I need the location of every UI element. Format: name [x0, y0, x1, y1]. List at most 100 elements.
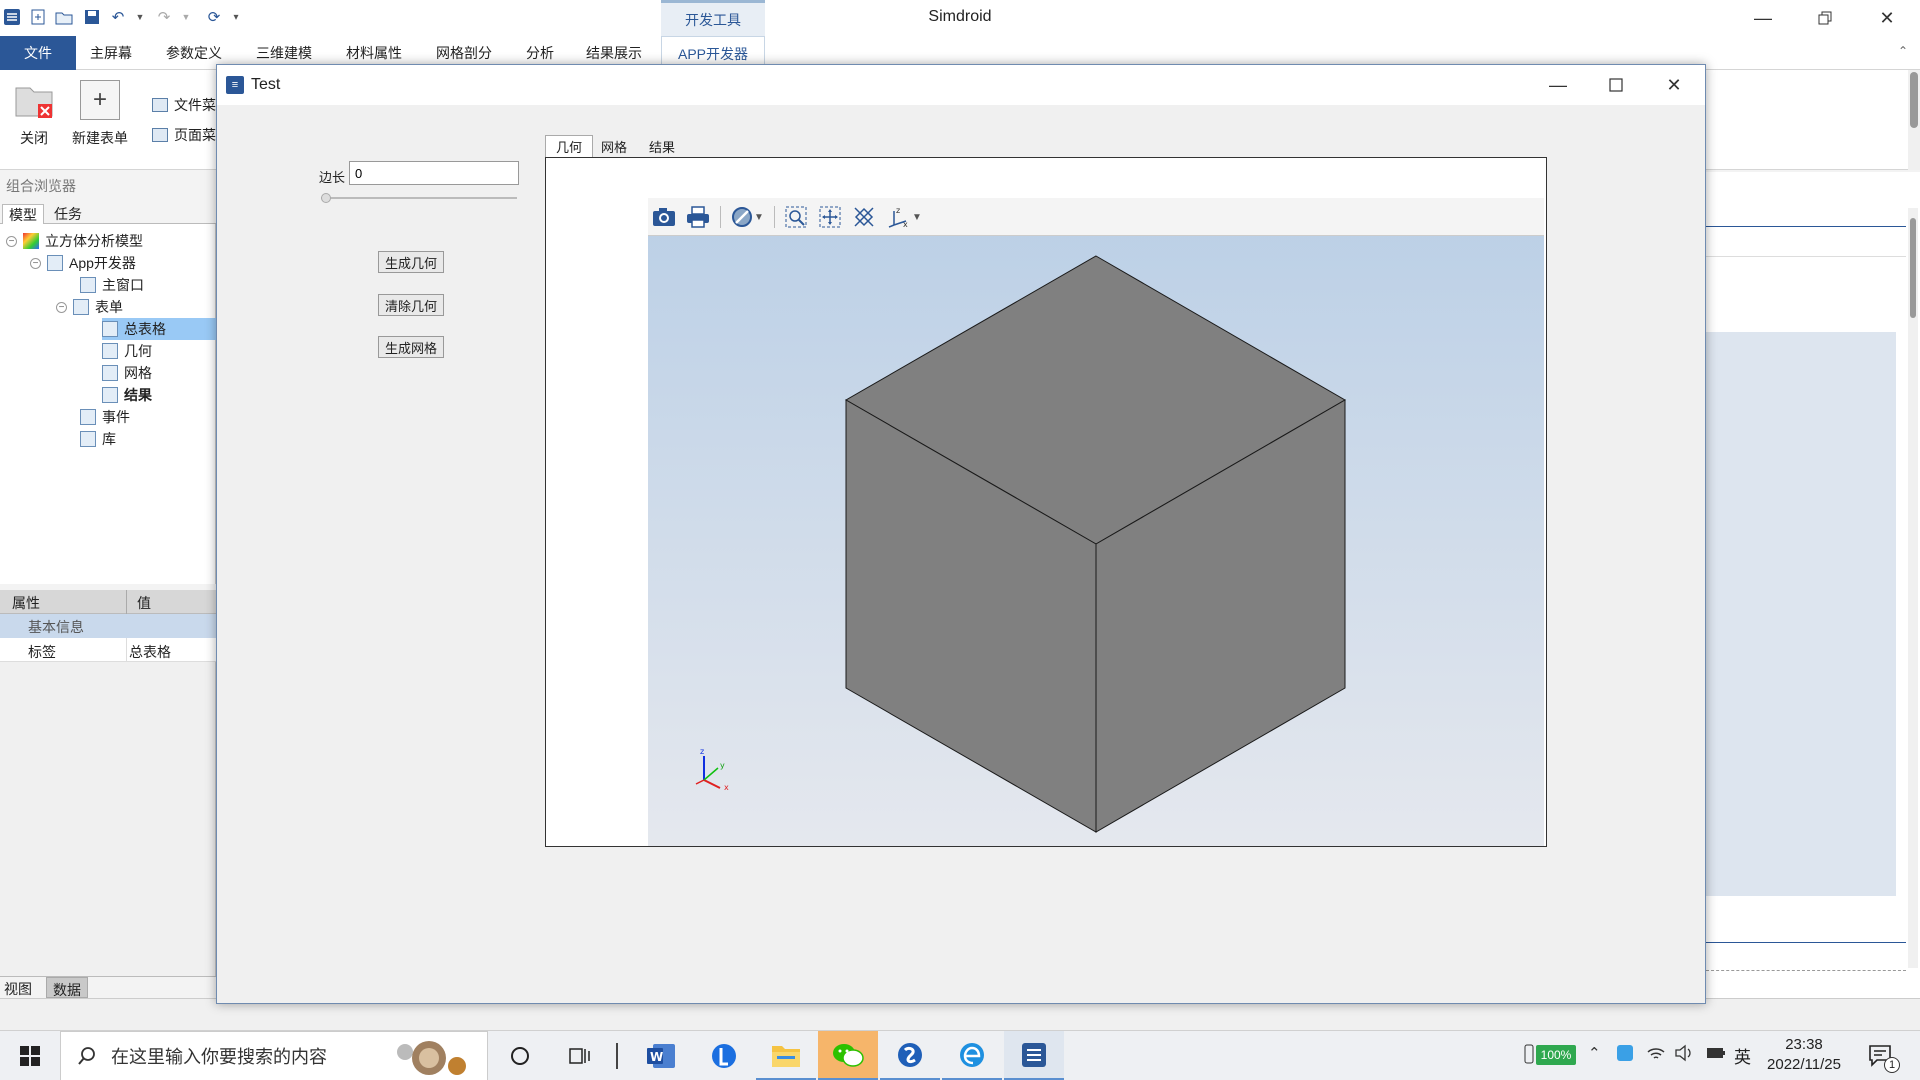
svg-text:x: x: [724, 783, 729, 790]
property-row-label[interactable]: 标签 总表格: [0, 638, 216, 662]
edge-length-slider[interactable]: [321, 191, 517, 205]
edge-browser-icon[interactable]: [942, 1031, 1002, 1080]
tab-model[interactable]: 模型: [2, 204, 44, 224]
tab-home[interactable]: 主屏幕: [76, 36, 146, 70]
dialog-app-icon: ≡: [226, 76, 244, 94]
new-form-label: 新建表单: [72, 130, 128, 146]
sogou-app-icon[interactable]: [880, 1031, 940, 1080]
ribbon-scrollbar[interactable]: [1908, 70, 1920, 170]
collapse-ribbon-icon[interactable]: ⌃: [1898, 44, 1908, 58]
slider-thumb[interactable]: [321, 193, 331, 203]
edge-length-input[interactable]: [349, 161, 519, 185]
screenshot-camera-icon[interactable]: [648, 203, 680, 231]
svg-text:z: z: [896, 206, 900, 215]
print-icon[interactable]: [682, 203, 714, 231]
dialog-minimize-icon[interactable]: —: [1529, 65, 1587, 105]
value-column-header[interactable]: 值: [126, 590, 161, 614]
generate-mesh-button[interactable]: 生成网格: [378, 336, 444, 358]
refresh-icon[interactable]: ⟳: [204, 7, 224, 27]
page-menu-button[interactable]: 页面菜: [152, 124, 216, 146]
tree-node-model[interactable]: − 立方体分析模型: [6, 230, 143, 252]
events-icon: [80, 409, 96, 425]
view-orientation-dropdown-icon[interactable]: ▼: [908, 203, 926, 231]
clock[interactable]: 23:38 2022/11/25: [1758, 1035, 1850, 1075]
lark-app-icon[interactable]: [694, 1031, 754, 1080]
volume-icon[interactable]: [1674, 1044, 1694, 1066]
open-folder-icon[interactable]: [54, 7, 74, 27]
dialog-title: Test: [251, 76, 281, 93]
geometry-tab-pane: ▼ z x ▼ z y x: [545, 157, 1547, 847]
tree-node-events[interactable]: 事件: [80, 406, 130, 428]
page-menu-label: 页面菜: [174, 127, 216, 143]
tray-app-icon[interactable]: [1616, 1044, 1634, 1066]
redo-icon[interactable]: ↷: [154, 7, 174, 27]
taskbar-divider: [616, 1043, 618, 1069]
input-method-indicator[interactable]: 英: [1734, 1043, 1751, 1068]
tab-mesh[interactable]: 网格: [591, 135, 637, 157]
property-section-basic-info[interactable]: 基本信息: [0, 614, 216, 638]
zoom-window-icon[interactable]: [780, 203, 812, 231]
battery-icon[interactable]: [1706, 1044, 1726, 1066]
generate-geometry-button[interactable]: 生成几何: [378, 251, 444, 273]
devtools-context-tab[interactable]: 开发工具: [661, 0, 765, 36]
new-file-icon[interactable]: [28, 7, 48, 27]
tree-node-form-geometry[interactable]: 几何: [102, 340, 152, 362]
redo-dropdown-icon[interactable]: ▼: [176, 7, 196, 27]
restore-icon[interactable]: [1794, 0, 1856, 36]
tree-node-library[interactable]: 库: [80, 428, 116, 450]
wifi-icon[interactable]: [1646, 1044, 1666, 1066]
tree-node-app-dev[interactable]: − App开发器: [30, 252, 136, 274]
dialog-close-icon[interactable]: ✕: [1645, 65, 1703, 105]
minimize-icon[interactable]: —: [1732, 0, 1794, 36]
property-column-header[interactable]: 属性: [12, 593, 40, 613]
task-view-icon[interactable]: [550, 1031, 610, 1080]
editor-scrollbar[interactable]: [1908, 208, 1918, 968]
dialog-maximize-icon[interactable]: [1587, 65, 1645, 105]
collapse-icon[interactable]: −: [30, 257, 41, 269]
tree-node-main-window[interactable]: 主窗口: [80, 274, 144, 296]
save-icon[interactable]: [82, 7, 102, 27]
show-hidden-icons-chevron-icon[interactable]: ⌃: [1588, 1044, 1601, 1062]
close-icon[interactable]: ✕: [1856, 0, 1918, 36]
new-form-button[interactable]: + 新建表单: [66, 80, 134, 164]
close-form-button[interactable]: 关闭: [0, 80, 68, 164]
simdroid-app-icon[interactable]: [1004, 1031, 1064, 1080]
form-icon: [102, 321, 118, 337]
taskbar-search-box[interactable]: 在这里输入你要搜索的内容: [60, 1031, 488, 1080]
tab-view[interactable]: 视图: [4, 979, 32, 999]
pan-icon[interactable]: [814, 203, 846, 231]
customize-dropdown-icon[interactable]: ▾: [226, 7, 246, 27]
tab-result[interactable]: 结果: [639, 135, 685, 157]
start-button[interactable]: [0, 1031, 60, 1080]
tree-label: 事件: [102, 409, 130, 425]
3d-viewer[interactable]: ▼ z x ▼ z y x: [648, 198, 1544, 846]
file-explorer-icon[interactable]: [756, 1031, 816, 1080]
tree-label: App开发器: [69, 255, 136, 271]
tab-file[interactable]: 文件: [0, 36, 76, 70]
tab-geometry[interactable]: 几何: [545, 135, 594, 157]
undo-icon[interactable]: ↶: [108, 7, 128, 27]
clear-geometry-button[interactable]: 清除几何: [378, 294, 444, 316]
battery-indicator[interactable]: 100%: [1536, 1045, 1576, 1065]
editor-panel: [1706, 172, 1920, 998]
search-highlight-gear-icon: [391, 1038, 477, 1080]
fit-all-icon[interactable]: [848, 203, 880, 231]
collapse-icon[interactable]: −: [56, 301, 67, 313]
tab-tasks[interactable]: 任务: [48, 204, 88, 224]
property-value[interactable]: 总表格: [126, 638, 173, 662]
collapse-icon[interactable]: −: [6, 235, 17, 247]
wechat-app-icon[interactable]: [818, 1031, 878, 1080]
word-app-icon[interactable]: W: [632, 1031, 692, 1080]
tree-node-forms[interactable]: − 表单: [56, 296, 123, 318]
tree-node-form-mesh[interactable]: 网格: [102, 362, 152, 384]
tab-data[interactable]: 数据: [46, 977, 88, 998]
cortana-icon[interactable]: [490, 1031, 550, 1080]
file-menu-button[interactable]: 文件菜: [152, 94, 216, 116]
form-icon: [102, 365, 118, 381]
display-mode-dropdown-icon[interactable]: ▼: [750, 203, 768, 231]
power-icon[interactable]: [1522, 1043, 1536, 1069]
tree-node-form-results[interactable]: 结果: [102, 384, 152, 406]
undo-dropdown-icon[interactable]: ▼: [130, 7, 150, 27]
cube-geometry[interactable]: [648, 236, 1544, 846]
tree-node-form-summary[interactable]: 总表格: [102, 318, 216, 340]
